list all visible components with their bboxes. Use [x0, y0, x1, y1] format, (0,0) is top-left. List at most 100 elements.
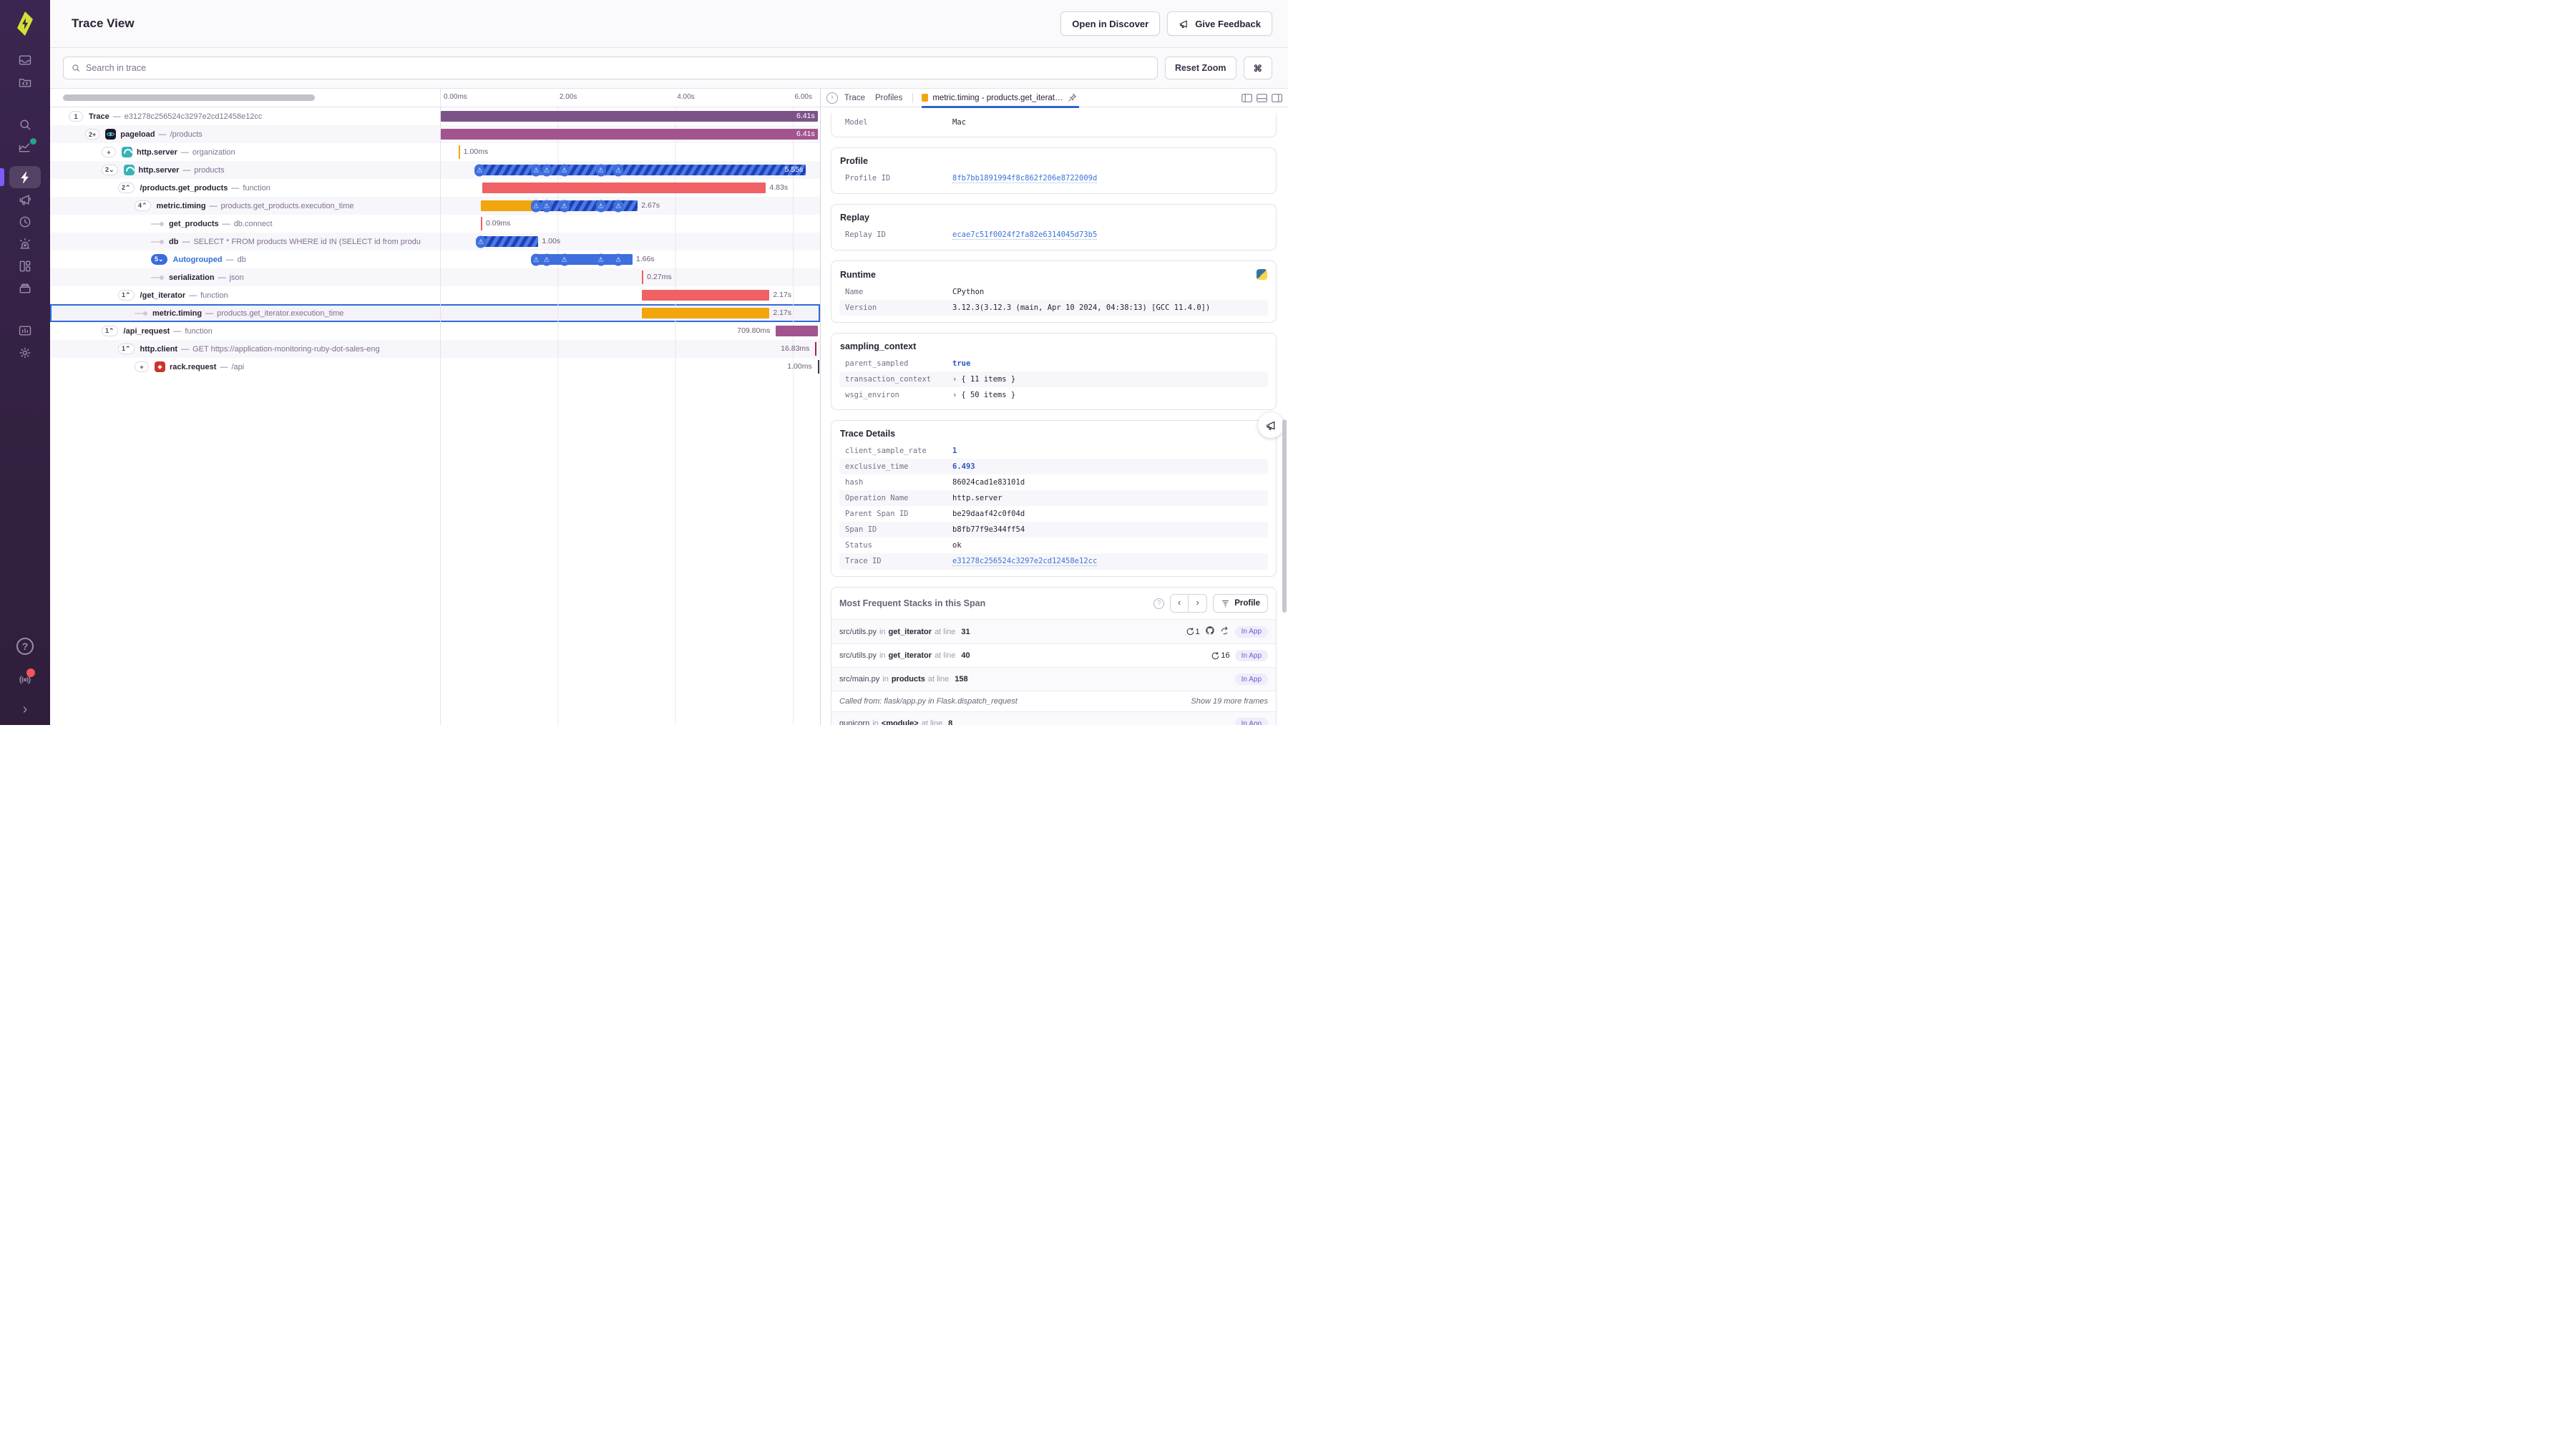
layout-bottom-icon[interactable]	[1257, 93, 1267, 102]
help-icon[interactable]: ?	[16, 638, 34, 655]
expand-children-badge[interactable]: 1⌃	[102, 326, 118, 336]
expand-children-badge[interactable]: 2+	[85, 129, 100, 140]
performance-issue-icon[interactable]: ⚠	[595, 253, 606, 266]
show-more-frames-link[interactable]: Show 19 more frames	[1191, 697, 1268, 706]
sidebar-item-search[interactable]	[9, 113, 41, 135]
performance-issue-icon[interactable]: ⚠	[541, 164, 552, 176]
span-tick[interactable]	[817, 360, 819, 374]
span-row[interactable]: 1⌃ /get_iterator — function 2.17s	[50, 286, 820, 304]
performance-issue-icon[interactable]: ⚠	[613, 200, 624, 212]
span-row[interactable]: 5⌄ Autogrouped — db ⚠ ⚠ ⚠ ⚠ ⚠ 1.66s	[50, 250, 820, 268]
span-row[interactable]: + http.server — organization 1.00ms	[50, 143, 820, 161]
source-link-icon[interactable]	[1220, 626, 1230, 638]
next-stack-button[interactable]: ›	[1189, 595, 1206, 612]
span-bar[interactable]	[776, 326, 818, 336]
layout-right-icon[interactable]	[1272, 93, 1282, 102]
sidebar-item-replays[interactable]	[9, 210, 41, 233]
span-bar[interactable]	[441, 129, 818, 140]
open-profile-button[interactable]: Profile	[1213, 594, 1268, 613]
stack-frame-row[interactable]: gunicorn in <module> at line 8 In App	[831, 712, 1276, 725]
expand-value-icon[interactable]: ›	[952, 391, 957, 399]
shortcut-button[interactable]: ⌘	[1243, 57, 1272, 79]
floating-feedback-button[interactable]	[1258, 412, 1284, 438]
span-bar[interactable]	[642, 308, 770, 318]
expand-children-badge[interactable]: +	[102, 147, 116, 157]
sidebar-item-releases[interactable]	[9, 277, 41, 299]
span-tick[interactable]	[815, 342, 817, 356]
pin-tab-icon[interactable]	[1068, 93, 1077, 102]
span-row[interactable]: 2⌃ /products.get_products — function 4.83s	[50, 179, 820, 197]
stacks-help-icon[interactable]: ?	[1153, 598, 1165, 609]
span-bar[interactable]	[441, 111, 818, 122]
sidebar-item-settings[interactable]	[9, 341, 41, 364]
github-icon[interactable]	[1205, 626, 1215, 638]
span-row[interactable]: serialization — json 0.27ms	[50, 268, 820, 286]
span-tick[interactable]	[480, 217, 482, 230]
sidebar-item-whats-new[interactable]	[9, 668, 41, 690]
tab-profiles[interactable]: Profiles	[875, 94, 902, 102]
span-tick[interactable]	[642, 271, 644, 284]
span-row[interactable]: + rack.request—/api 1.00ms	[50, 358, 820, 376]
expand-children-badge[interactable]: 4⌃	[135, 200, 151, 211]
span-tick[interactable]	[458, 145, 460, 159]
expand-sidebar-icon[interactable]: ›	[23, 701, 28, 718]
detail-link[interactable]: 8fb7bb1891994f8c862f206e8722009d	[952, 174, 1098, 183]
performance-issue-icon[interactable]: ⚠	[474, 164, 485, 176]
performance-issue-icon[interactable]: ⚠	[613, 253, 624, 266]
performance-issue-icon[interactable]: ⚠	[559, 200, 570, 212]
tab-trace[interactable]: Trace	[844, 94, 865, 102]
sidebar-item-stats[interactable]	[9, 135, 41, 157]
sidebar-item-performance[interactable]	[0, 166, 41, 188]
prev-stack-button[interactable]: ‹	[1171, 595, 1189, 612]
performance-issue-icon[interactable]: ⚠	[541, 253, 552, 266]
performance-issue-icon[interactable]: ⚠	[613, 164, 624, 176]
span-bar[interactable]	[479, 236, 539, 247]
span-row[interactable]: 1⌃ http.client — GET https://application-mo…	[50, 340, 820, 358]
open-in-discover-button[interactable]: Open in Discover	[1060, 11, 1161, 36]
sidebar-item-dashboards[interactable]	[9, 255, 41, 277]
expand-children-badge[interactable]: 1⌃	[118, 344, 135, 354]
span-bar[interactable]	[479, 165, 806, 175]
performance-issue-icon[interactable]: ⚠	[475, 235, 486, 248]
span-row[interactable]: 4⌃ metric.timing — products.get_products.ex…	[50, 197, 820, 215]
performance-issue-icon[interactable]: ⚠	[531, 164, 542, 176]
span-row[interactable]: 2⌄ http.server — products ⚠ ⚠ ⚠ ⚠ ⚠ ⚠ 5.55s	[50, 161, 820, 179]
performance-issue-icon[interactable]: ⚠	[541, 200, 552, 212]
span-row[interactable]: get_products — db.connect 0.09ms	[50, 215, 820, 233]
performance-issue-icon[interactable]: ⚠	[559, 164, 570, 176]
expand-children-badge[interactable]: 1⌃	[118, 290, 135, 301]
span-bar[interactable]	[482, 183, 766, 193]
expand-children-badge[interactable]: 2⌄	[102, 165, 118, 175]
sidebar-item-usage-stats[interactable]	[9, 319, 41, 341]
performance-issue-icon[interactable]: ⚠	[595, 200, 606, 212]
performance-issue-icon[interactable]: ⚠	[559, 253, 570, 266]
performance-issue-icon[interactable]: ⚠	[531, 253, 542, 266]
expand-children-badge[interactable]: 1	[69, 111, 83, 122]
span-row[interactable]: db — SELECT * FROM products WHERE id IN (S…	[50, 233, 820, 250]
tree-horizontal-scrollbar[interactable]	[63, 94, 315, 101]
expand-children-badge[interactable]: 2⌃	[118, 183, 135, 193]
expand-children-badge[interactable]: +	[135, 361, 149, 372]
detail-link[interactable]: e31278c256524c3297e2cd12458e12cc	[952, 557, 1098, 566]
layout-left-icon[interactable]	[1241, 93, 1252, 102]
stack-frame-row[interactable]: src/main.py in products at line 158 In App	[831, 668, 1276, 691]
span-row[interactable]: 2+ pageload —/products 6.41s	[50, 125, 820, 143]
span-row[interactable]: 1⌃ /api_request — function 709.80ms	[50, 322, 820, 340]
detail-link[interactable]: ecae7c51f0024f2fa82e6314045d73b5	[952, 230, 1098, 240]
stack-frame-row[interactable]: src/utils.py in get_iterator at line 40 16 In …	[831, 644, 1276, 668]
sidebar-item-alerts[interactable]	[9, 233, 41, 255]
span-row[interactable]: 1 Trace — e31278c256524c3297e2cd12458e12cc 6…	[50, 107, 820, 125]
search-box[interactable]	[63, 57, 1158, 79]
tab-active-span[interactable]: metric.timing - products.get_iterat…	[922, 89, 1079, 108]
give-feedback-button[interactable]: Give Feedback	[1167, 11, 1272, 36]
performance-issue-icon[interactable]: ⚠	[531, 200, 542, 212]
span-row[interactable]: metric.timing — products.get_iterator.exec…	[50, 304, 820, 322]
expand-value-icon[interactable]: ›	[952, 375, 957, 384]
collapse-panel-icon[interactable]: ›	[826, 92, 838, 104]
called-from-row[interactable]: Called from: flask/app.py in Flask.dispa…	[831, 691, 1276, 712]
sidebar-item-feedback[interactable]	[9, 188, 41, 210]
panel-scrollbar[interactable]	[1282, 419, 1287, 613]
span-bar[interactable]	[480, 200, 535, 211]
sentry-logo[interactable]	[11, 10, 39, 37]
expand-children-badge[interactable]: 5⌄	[151, 254, 167, 265]
